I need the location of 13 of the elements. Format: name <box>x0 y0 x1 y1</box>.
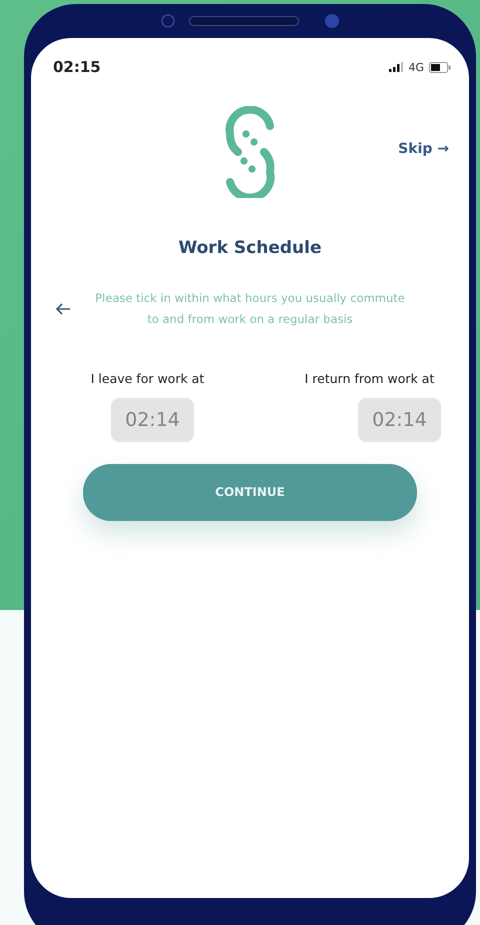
network-label: 4G <box>408 60 424 74</box>
skip-link[interactable]: Skip → <box>398 141 449 157</box>
time-label: I leave for work at <box>90 370 204 386</box>
camera-icon <box>161 14 175 28</box>
battery-icon <box>429 62 451 72</box>
signal-icon <box>389 62 404 72</box>
status-time: 02:15 <box>53 58 101 76</box>
back-arrow-icon[interactable] <box>55 303 71 316</box>
screen-title: Work Schedule <box>177 238 322 258</box>
description-text: Please tick in within what hours you usually commute to and from work on a regular basis <box>94 290 406 328</box>
continue-button[interactable]: CONTINUE <box>83 464 417 521</box>
sensor-icon <box>325 14 339 28</box>
time-label: I return from work at <box>304 370 434 386</box>
